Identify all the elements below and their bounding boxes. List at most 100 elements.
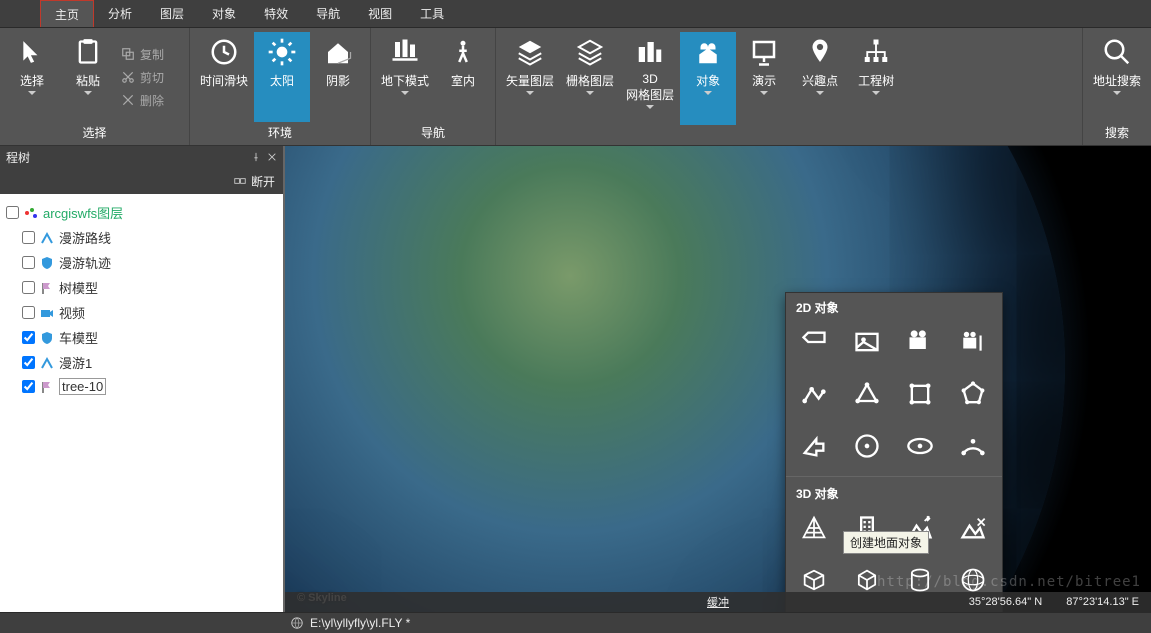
tree-label: 漫游轨迹 (59, 253, 111, 272)
shield-blue-icon (39, 330, 55, 346)
tree-checkbox[interactable] (22, 256, 35, 269)
route-icon (39, 230, 55, 246)
project-tree-panel: 程树 断开 arcgiswfs图层漫游路线漫游轨迹树模型视频车模型漫游1 tree… (0, 146, 285, 612)
tree-item[interactable]: 漫游轨迹 (4, 250, 279, 275)
walker-icon (447, 36, 479, 68)
scissors-icon (120, 69, 136, 85)
tree-checkbox[interactable] (22, 380, 35, 393)
x-icon (120, 92, 136, 108)
color-dots-icon (23, 205, 39, 221)
poi-button[interactable]: 兴趣点 (792, 32, 848, 125)
disconnect-icon[interactable] (233, 174, 247, 188)
delete-button[interactable]: 删除 (116, 90, 168, 111)
menu-tab-analysis[interactable]: 分析 (94, 0, 146, 27)
menu-tab-nav[interactable]: 导航 (302, 0, 354, 27)
pin-icon[interactable] (251, 152, 261, 162)
ribbon: 选择 粘贴 复制 剪切 删除 选择 时间滑块 太阳 (0, 28, 1151, 146)
menu-tab-object[interactable]: 对象 (198, 0, 250, 27)
map-viewport[interactable]: 2D 对象 3D 对象 (285, 146, 1151, 612)
terrain-cut-tool[interactable] (953, 508, 993, 548)
object-button[interactable]: 对象 (680, 32, 736, 125)
menu-tab-tools[interactable]: 工具 (406, 0, 458, 27)
tree-label: arcgiswfs图层 (43, 203, 123, 222)
layers-icon (514, 36, 546, 68)
menu-tab-effects[interactable]: 特效 (250, 0, 302, 27)
presentation-button[interactable]: 演示 (736, 32, 792, 125)
panel-header: 程树 (0, 146, 283, 168)
video-icon (39, 305, 55, 321)
tree-checkbox[interactable] (22, 281, 35, 294)
tree-item[interactable]: 树模型 (4, 275, 279, 300)
circle-tool[interactable] (847, 426, 887, 466)
group-label-select: 选择 (4, 122, 185, 143)
polygon-tool[interactable] (847, 374, 887, 414)
tree-checkbox[interactable] (22, 331, 35, 344)
paste-button[interactable]: 粘贴 (60, 32, 116, 122)
mesh-layer-button[interactable]: 3D 网格图层 (620, 32, 680, 125)
tree-item[interactable]: arcgiswfs图层 (4, 200, 279, 225)
tree-label: 漫游1 (59, 353, 92, 372)
tree-icon (860, 36, 892, 68)
status-bar: 缓冲 35°28'56.64" N 87°23'14.13" E (285, 592, 1151, 612)
section-2d: 2D 对象 (786, 293, 1002, 322)
tree-checkbox[interactable] (22, 231, 35, 244)
video-obj-tool[interactable] (900, 322, 940, 362)
arrow-tool[interactable] (794, 426, 834, 466)
globe-small-icon (290, 616, 304, 630)
tree-checkbox[interactable] (22, 306, 35, 319)
rectangle-tool[interactable] (900, 374, 940, 414)
lon-readout: 87°23'14.13" E (1066, 596, 1139, 608)
indoor-button[interactable]: 室内 (435, 32, 491, 122)
tree-checkbox[interactable] (6, 206, 19, 219)
vector-layer-button[interactable]: 矢量图层 (500, 32, 560, 125)
presentation-icon (748, 36, 780, 68)
pyramid-lines-tool[interactable] (794, 508, 834, 548)
menu-tab-home[interactable]: 主页 (40, 0, 94, 27)
pin-icon (804, 36, 836, 68)
tree-checkbox[interactable] (22, 356, 35, 369)
text-label-tool[interactable] (794, 322, 834, 362)
select-button[interactable]: 选择 (4, 32, 60, 122)
menu-bar: 主页 分析 图层 对象 特效 导航 视图 工具 (0, 0, 1151, 28)
tooltip: 创建地面对象 (843, 531, 929, 554)
section-3d: 3D 对象 (786, 479, 1002, 508)
lat-readout: 35°28'56.64" N (969, 596, 1042, 608)
raster-layer-button[interactable]: 栅格图层 (560, 32, 620, 125)
address-search-button[interactable]: 地址搜索 (1087, 32, 1147, 122)
group-label-nav: 导航 (375, 122, 491, 143)
time-slider-button[interactable]: 时间滑块 (194, 32, 254, 122)
regular-polygon-tool[interactable] (953, 374, 993, 414)
shadow-button[interactable]: 阴影 (310, 32, 366, 122)
cut-button[interactable]: 剪切 (116, 67, 168, 88)
file-bar: E:\yl\yllyfly\yl.FLY * (0, 612, 1151, 633)
sun-button[interactable]: 太阳 (254, 32, 310, 122)
underground-button[interactable]: 地下模式 (375, 32, 435, 122)
tree-item[interactable]: tree-10 (4, 375, 279, 398)
group-label-search: 搜索 (1087, 122, 1147, 143)
image-label-tool[interactable] (847, 322, 887, 362)
layers-outline-icon (574, 36, 606, 68)
tree-label: tree-10 (59, 378, 106, 395)
disconnect-button[interactable]: 断开 (251, 173, 275, 190)
arc-tool[interactable] (953, 426, 993, 466)
tree-item[interactable]: 车模型 (4, 325, 279, 350)
project-tree-button[interactable]: 工程树 (848, 32, 904, 125)
polyline-tool[interactable] (794, 374, 834, 414)
ellipse-tool[interactable] (900, 426, 940, 466)
tree-item[interactable]: 视频 (4, 300, 279, 325)
tree-item[interactable]: 漫游1 (4, 350, 279, 375)
tree: arcgiswfs图层漫游路线漫游轨迹树模型视频车模型漫游1 tree-10 (0, 194, 283, 612)
workspace: 程树 断开 arcgiswfs图层漫游路线漫游轨迹树模型视频车模型漫游1 tree… (0, 146, 1151, 612)
copy-button[interactable]: 复制 (116, 44, 168, 65)
tree-label: 视频 (59, 303, 85, 322)
tree-item[interactable]: 漫游路线 (4, 225, 279, 250)
flag-icon (39, 280, 55, 296)
close-icon[interactable] (267, 152, 277, 162)
tree-label: 漫游路线 (59, 228, 111, 247)
house-shadow-icon (322, 36, 354, 68)
menu-tab-layer[interactable]: 图层 (146, 0, 198, 27)
tree-label: 树模型 (59, 278, 98, 297)
menu-tab-view[interactable]: 视图 (354, 0, 406, 27)
video-side-tool[interactable] (953, 322, 993, 362)
buffer-label[interactable]: 缓冲 (707, 594, 729, 610)
